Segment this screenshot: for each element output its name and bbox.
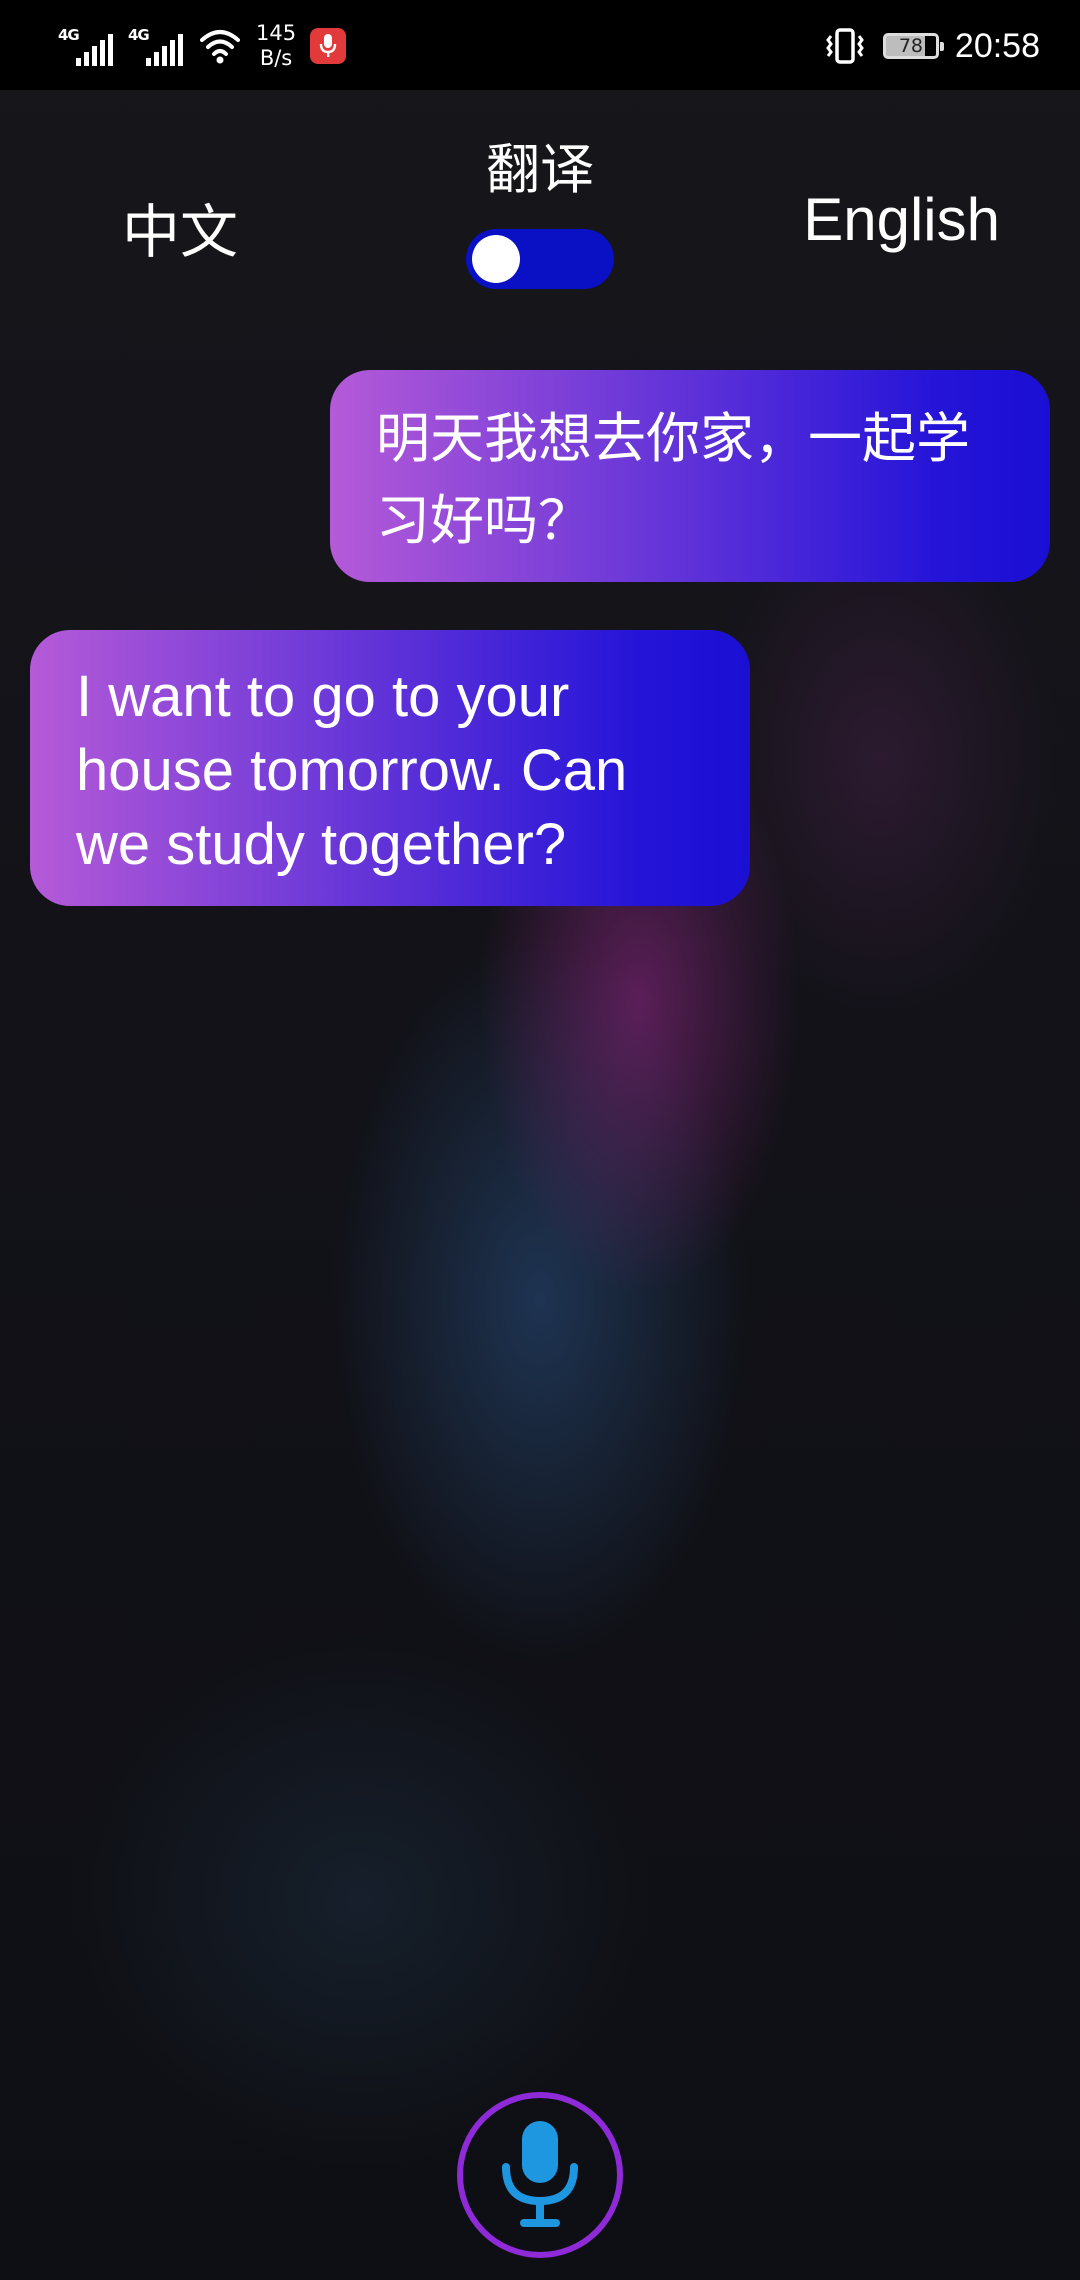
battery-level: 78 — [898, 35, 923, 57]
status-bar: 4G 4G 145 B/s 78 20:58 — [0, 0, 1080, 90]
mic-button[interactable] — [457, 2092, 623, 2258]
signal-icon: 4G — [58, 24, 114, 68]
translator-screen: 4G 4G 145 B/s 78 20:58 中文 翻译 English 明天我… — [0, 0, 1080, 2280]
wifi-icon — [200, 30, 240, 64]
speed-unit: B/s — [259, 46, 293, 70]
target-language-label[interactable]: English — [803, 185, 1000, 254]
message-bubble-translation: I want to go to your house tomorrow. Can… — [30, 630, 750, 906]
translate-toggle[interactable] — [466, 229, 614, 289]
speed-value: 145 — [256, 21, 297, 45]
toggle-knob — [472, 235, 520, 283]
status-right: 78 20:58 — [823, 20, 1040, 72]
battery-icon: 78 — [882, 33, 944, 59]
microphone-icon — [502, 2121, 578, 2227]
vibrate-icon — [826, 28, 864, 64]
status-time: 20:58 — [954, 26, 1040, 65]
status-left: 4G 4G 145 B/s — [58, 18, 347, 74]
mic-recording-icon — [310, 28, 347, 64]
signal-icon-2: 4G — [128, 24, 184, 68]
message-bubble-source: 明天我想去你家，一起学习好吗？ — [330, 370, 1050, 582]
network-speed: 145 B/s — [256, 21, 296, 71]
